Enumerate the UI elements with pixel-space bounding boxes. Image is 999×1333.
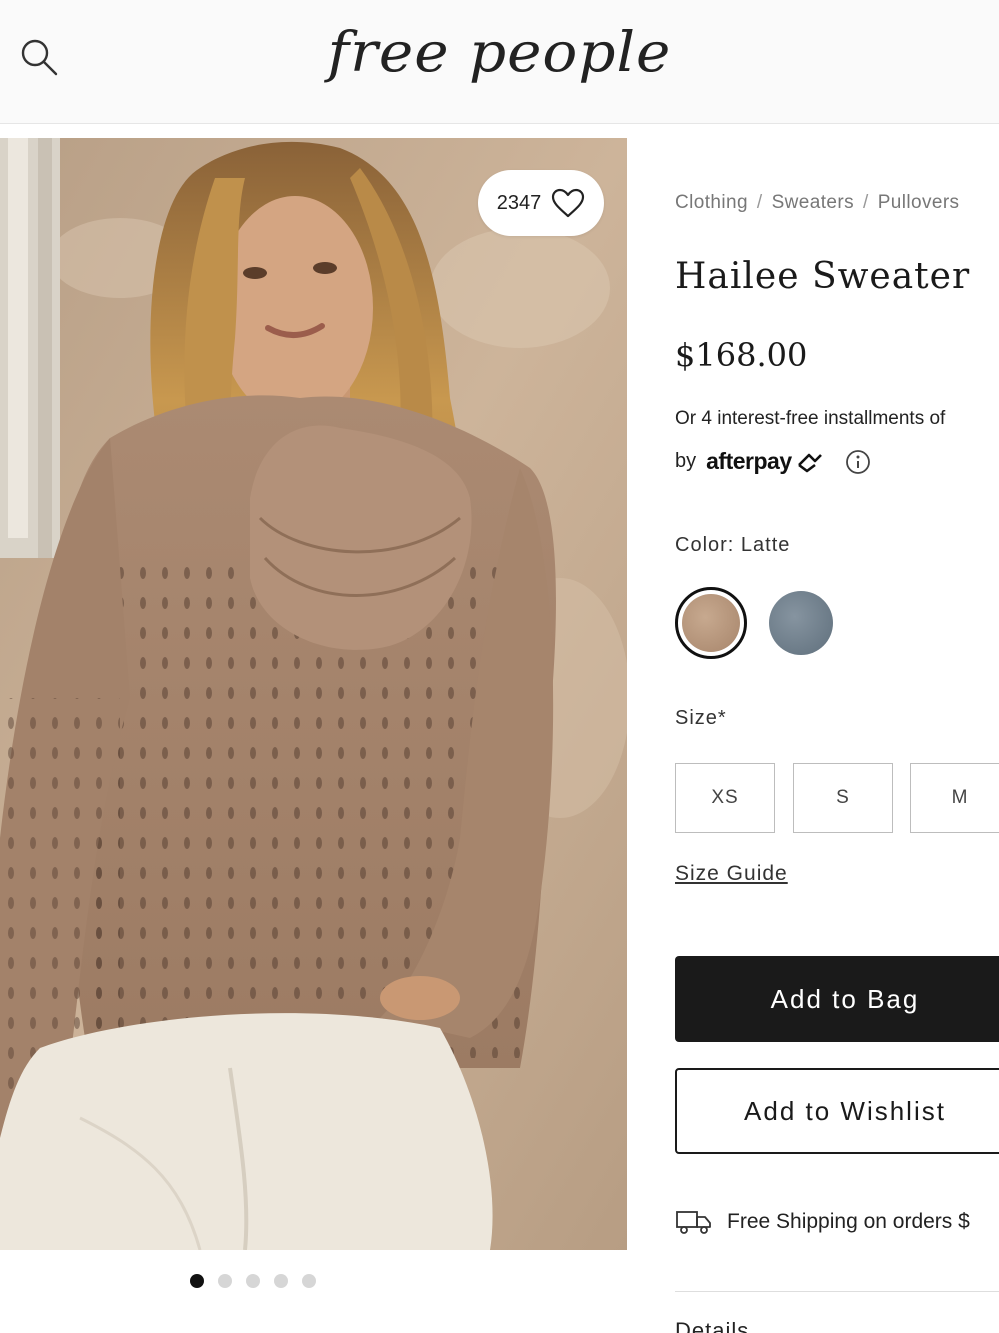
site-header: free people xyxy=(0,0,999,124)
swatch-latte-fill xyxy=(682,594,740,652)
info-icon[interactable] xyxy=(845,449,871,475)
breadcrumb-sweaters[interactable]: Sweaters xyxy=(772,192,854,213)
truck-icon xyxy=(676,1211,711,1234)
product-price: $168.00 xyxy=(675,336,808,374)
carousel-dot-4[interactable] xyxy=(274,1274,288,1288)
color-label: Color: Latte xyxy=(675,534,791,556)
product-photo[interactable] xyxy=(0,138,627,1250)
like-count: 2347 xyxy=(496,191,542,214)
details-section-header[interactable]: Details xyxy=(675,1318,749,1333)
breadcrumb-pullovers[interactable]: Pullovers xyxy=(878,192,960,213)
size-xs-button[interactable]: XS xyxy=(675,763,775,833)
afterpay-arrows-icon xyxy=(797,453,822,472)
heart-icon xyxy=(552,188,585,218)
installments-text: Or 4 interest-free installments of xyxy=(675,408,946,429)
breadcrumb: Clothing / Sweaters / Pullovers xyxy=(675,192,959,214)
carousel-dot-3[interactable] xyxy=(246,1274,260,1288)
add-to-bag-button[interactable]: Add to Bag xyxy=(675,956,999,1042)
carousel-dot-5[interactable] xyxy=(302,1274,316,1288)
product-title: Hailee Sweater xyxy=(675,256,971,297)
breadcrumb-separator: / xyxy=(756,192,763,213)
breadcrumb-clothing[interactable]: Clothing xyxy=(675,192,748,213)
afterpay-logo-text: afterpay xyxy=(706,448,792,474)
carousel-dot-1[interactable] xyxy=(190,1274,204,1288)
size-label: Size* xyxy=(675,707,727,729)
size-guide-link[interactable]: Size Guide xyxy=(675,862,788,886)
product-info-panel: Clothing / Sweaters / Pullovers Hailee Sweat… xyxy=(675,138,999,1333)
carousel-dot-2[interactable] xyxy=(218,1274,232,1288)
section-divider xyxy=(675,1291,999,1292)
swatch-blue-fill xyxy=(769,591,833,655)
afterpay-logo: afterpay xyxy=(706,448,824,475)
shipping-text: Free Shipping on orders $ xyxy=(727,1210,970,1233)
swatch-blue[interactable] xyxy=(769,591,833,655)
brand-logo[interactable]: free people xyxy=(0,20,999,85)
shipping-info: Free Shipping on orders $ xyxy=(675,1208,970,1236)
size-s-button[interactable]: S xyxy=(793,763,893,833)
afterpay-row: by afterpay xyxy=(675,448,871,475)
carousel-dots xyxy=(190,1274,316,1288)
size-m-button[interactable]: M xyxy=(910,763,999,833)
add-to-wishlist-button[interactable]: Add to Wishlist xyxy=(675,1068,999,1154)
swatch-latte[interactable] xyxy=(675,587,747,659)
afterpay-by-text: by xyxy=(675,450,697,472)
breadcrumb-separator: / xyxy=(863,192,869,213)
like-button[interactable]: 2347 xyxy=(478,170,604,236)
